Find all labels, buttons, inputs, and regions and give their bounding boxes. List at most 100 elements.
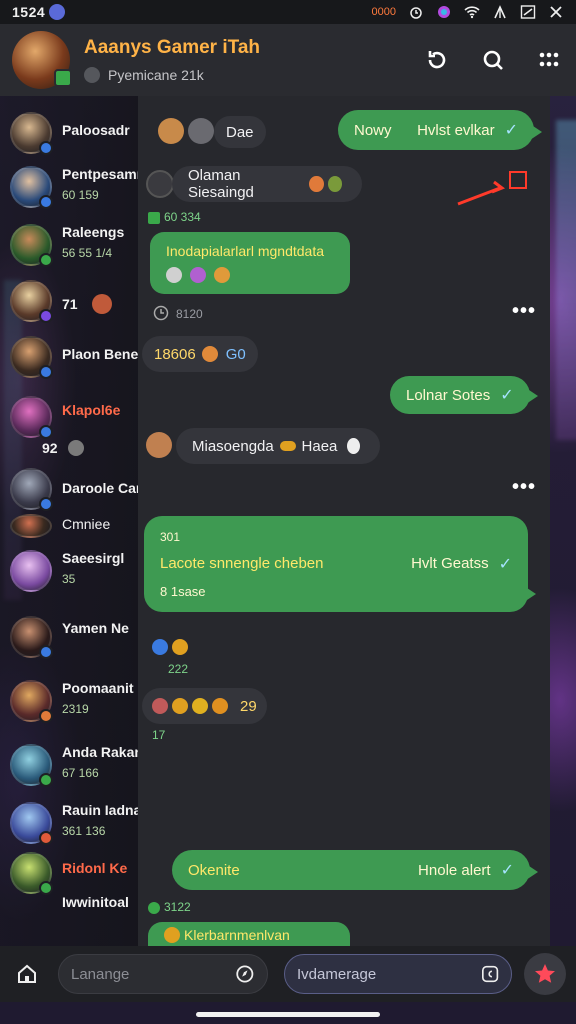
contact-name: Ridonl Ke <box>62 860 128 876</box>
group-avatar[interactable] <box>12 31 72 89</box>
search-field[interactable] <box>71 965 236 983</box>
contact-item[interactable]: Anda Rakanin 67 166 <box>10 744 138 787</box>
sender-meta: 60 334 <box>148 210 201 224</box>
message-text: Lolnar Sotes <box>406 386 491 404</box>
message-bubble-outgoing[interactable]: Nowy Hvlst evlkar ✓ <box>338 110 542 150</box>
sender-avatar <box>158 118 184 144</box>
contact-item[interactable]: Rauin Iadnad 361 136 <box>10 802 138 845</box>
message-bubble-outgoing[interactable]: 301 Lacote snnengle cheben Hvlt Geatss ✓… <box>144 516 536 612</box>
close-icon[interactable] <box>548 4 564 20</box>
contact-item[interactable]: Daroole Canpl <box>10 468 138 511</box>
chat-title: Aaanys Gamer iTah <box>84 37 261 58</box>
avatar <box>10 468 53 511</box>
read-check-icon: ✓ <box>504 122 518 139</box>
attach-icon[interactable] <box>481 964 499 984</box>
more-options-button[interactable]: ••• <box>512 476 536 499</box>
chat-subtitle: Pyemicane 21k <box>108 67 204 83</box>
search-icon <box>483 50 503 70</box>
contact-meta: 60 159 <box>62 188 99 202</box>
message-bubble[interactable]: Olaman Siesaingd <box>172 166 362 202</box>
read-check-icon: ✓ <box>498 555 512 573</box>
avatar <box>10 224 53 267</box>
message-label: 301 <box>160 529 181 544</box>
message-text: Hvlst evlkar <box>417 121 495 139</box>
avatar <box>10 852 53 895</box>
contact-name: Daroole Canpl <box>62 480 138 496</box>
message-bubble[interactable]: Dae <box>214 116 266 148</box>
contact-item[interactable]: Yamen Ne <box>10 616 138 659</box>
contact-item[interactable]: Plaon Bene <box>10 336 138 379</box>
contact-item[interactable]: Poomaanit 2319 <box>10 680 138 723</box>
timestamp: 8120 <box>176 307 203 321</box>
contact-name: Cmniee <box>62 516 111 532</box>
compass-icon[interactable] <box>235 963 255 985</box>
message-meta: 8 1sase <box>160 583 206 599</box>
contact-name: Paloosadr <box>62 122 130 138</box>
contact-item[interactable]: 92 <box>10 436 138 456</box>
contact-meta: 56 55 1/4 <box>62 246 113 260</box>
avatar <box>10 802 53 845</box>
avatar <box>10 744 53 787</box>
contact-item[interactable]: Saeesirgl 35 <box>10 550 138 592</box>
avatar <box>10 680 53 723</box>
search-input[interactable] <box>58 954 268 994</box>
avatar <box>10 166 53 209</box>
contact-item[interactable]: 71 <box>10 280 138 323</box>
emoji-icon <box>309 176 324 192</box>
emoji-icon <box>67 440 84 456</box>
contact-name: 71 <box>62 296 78 312</box>
search-button[interactable] <box>478 45 508 75</box>
contact-name: 92 <box>42 440 58 456</box>
contact-name: Iwwinitoal <box>62 894 129 910</box>
message-bubble-outgoing[interactable]: Inodapialarlarl mgndtdata <box>150 232 350 294</box>
message-text: Lacote snnengle cheben <box>160 555 324 572</box>
reaction-row[interactable] <box>144 632 200 662</box>
message-bubble-outgoing[interactable]: Lolnar Sotes ✓ <box>390 376 538 414</box>
timestamp: 17 <box>152 728 166 742</box>
home-icon <box>18 964 36 983</box>
menu-button[interactable] <box>534 45 564 75</box>
contact-item[interactable]: Paloosadr <box>10 112 138 155</box>
message-input[interactable] <box>284 954 512 994</box>
message-bubble[interactable]: 18606 G0 <box>142 336 258 372</box>
contact-name: Yamen Ne <box>62 620 129 636</box>
message-text: G0 <box>225 345 246 363</box>
avatar <box>10 396 53 439</box>
notification-badge-icon <box>49 4 66 20</box>
message-text: Nowy <box>354 121 392 139</box>
emoji-icon <box>91 294 112 314</box>
avatar <box>10 280 53 323</box>
contact-name: Pentpesamr <box>62 166 138 182</box>
message-bubble[interactable]: 29 <box>142 688 267 724</box>
message-bubble[interactable]: Miasoengda Haea <box>176 428 380 464</box>
contact-name: Anda Rakanin <box>62 744 138 760</box>
contact-item[interactable]: Raleengs 56 55 1/4 <box>10 224 138 267</box>
contact-item[interactable]: Klapol6e <box>10 396 138 439</box>
members-icon <box>84 67 100 83</box>
composer-bar <box>0 946 576 1002</box>
message-bubble-outgoing[interactable]: Klerbarnmenlvan <box>148 922 350 948</box>
avatar <box>10 336 53 379</box>
more-options-button[interactable]: ••• <box>512 300 536 323</box>
home-button[interactable] <box>10 957 44 991</box>
call-button[interactable] <box>422 45 452 75</box>
status-bar: 1524 0000 <box>0 0 576 24</box>
contact-item[interactable]: Ridonl Ke <box>10 852 138 895</box>
read-check-icon: ✓ <box>500 862 514 879</box>
contact-item[interactable]: Iwwinitoal <box>10 894 138 910</box>
contact-name: Poomaanit <box>62 680 134 696</box>
contact-item[interactable]: Pentpesamr 60 159 <box>10 166 138 209</box>
sender-avatar <box>146 170 174 198</box>
avatar <box>10 514 52 538</box>
chat-header: Aaanys Gamer iTah Pyemicane 21k <box>0 24 576 96</box>
avatar <box>10 616 53 659</box>
contact-item[interactable]: Cmniee <box>10 514 138 538</box>
star-send-icon <box>535 964 555 983</box>
message-bubble-outgoing[interactable]: Okenite Hnole alert ✓ <box>172 850 538 890</box>
alarm-icon <box>410 7 422 19</box>
send-button[interactable] <box>524 953 566 995</box>
contact-meta: 361 136 <box>62 824 106 838</box>
chat-thread: Dae Nowy Hvlst evlkar ✓ Olaman Siesaingd… <box>138 96 550 948</box>
timestamp: 222 <box>168 662 189 676</box>
message-field[interactable] <box>297 965 481 983</box>
